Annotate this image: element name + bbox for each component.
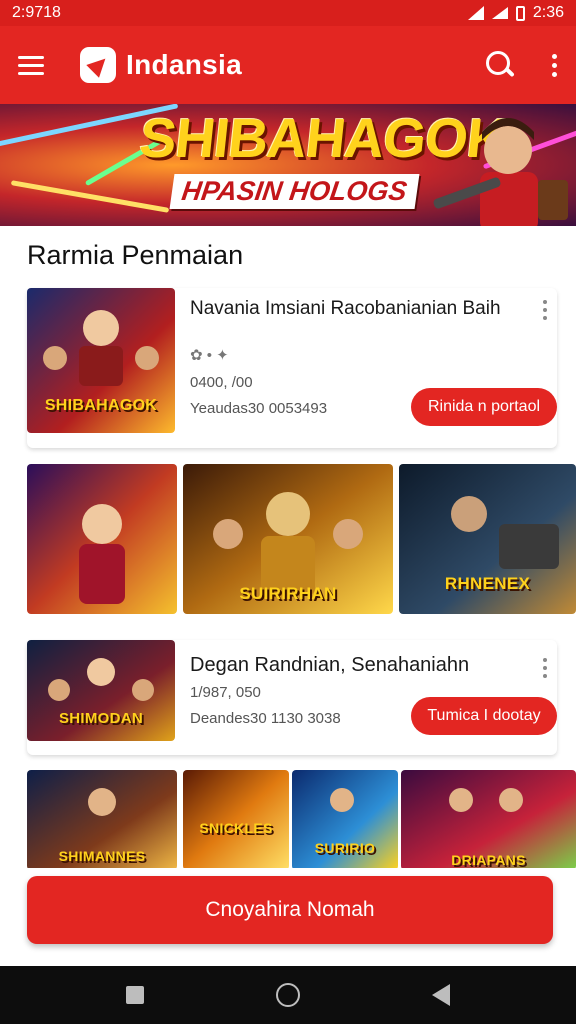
card-title: Navania Imsiani Racobanianian Baih [190, 298, 501, 319]
status-icons: 2:36 [467, 4, 564, 22]
game-tile[interactable]: RHNENEX [399, 464, 576, 614]
search-icon[interactable] [486, 51, 514, 79]
app-bar: Indansia [0, 26, 576, 104]
game-tile[interactable]: SNICKLES [183, 770, 289, 870]
game-thumbnail: SHIBAHAGOK [27, 288, 175, 433]
game-card[interactable]: SHIMODAN Degan Randnian, Senahaniahn 1/9… [27, 640, 557, 755]
battery-icon [515, 5, 525, 21]
tile-label: DRIAPANS [451, 852, 526, 868]
game-tile[interactable]: DRIAPANS [401, 770, 576, 870]
tile-label: SHIMANNES [58, 848, 146, 864]
game-thumbnail: SHIMODAN [27, 640, 175, 741]
thumbnail-label: SHIMODAN [58, 710, 144, 727]
primary-cta-button[interactable]: Cnoyahira Nomah [27, 876, 553, 944]
card-rating: 0400, /00 [190, 374, 253, 391]
tile-label: SNICKLES [199, 820, 273, 836]
signal-icon [467, 6, 484, 20]
banner-hero-image [433, 118, 568, 226]
cta-container: Cnoyahira Nomah [0, 868, 576, 966]
system-nav-bar [0, 966, 576, 1024]
app-logo-icon [80, 47, 116, 83]
card-more-icon[interactable] [543, 300, 547, 320]
card-action-button[interactable]: Tumica I dootay [411, 697, 557, 735]
status-time: 2:9718 [12, 4, 61, 21]
card-rating: 1/987, 050 [190, 684, 261, 701]
banner-subtitle: HPASIN HOLOGS [169, 174, 419, 209]
tile-label: SUIRIRHAN [239, 584, 337, 603]
menu-icon[interactable] [18, 55, 44, 75]
game-tile[interactable]: SURIRIO [292, 770, 398, 870]
status-bar: 2:9718 2:36 [0, 0, 576, 26]
card-tags: ✿ • ✦ [190, 347, 229, 364]
section-title: Rarmia Penmaian [27, 240, 244, 270]
app-title: Indansia [126, 49, 242, 80]
game-tile[interactable] [27, 464, 177, 614]
card-meta: Yeaudas30 0053493 [190, 400, 328, 417]
status-right-time: 2:36 [532, 4, 564, 21]
more-options-icon[interactable] [550, 53, 558, 77]
tile-label: SURIRIO [314, 840, 376, 856]
wifi-icon [491, 7, 508, 19]
game-tile[interactable]: SHIMANNES [27, 770, 177, 870]
card-action-button[interactable]: Rinida n portaol [411, 388, 557, 426]
back-icon[interactable] [432, 984, 450, 1006]
game-tile[interactable]: SUIRIRHAN [183, 464, 393, 614]
home-icon[interactable] [276, 983, 300, 1007]
recents-icon[interactable] [126, 986, 144, 1004]
tile-label: RHNENEX [444, 574, 531, 593]
card-meta: Deandes30 1130 3038 [190, 710, 341, 727]
game-card[interactable]: SHIBAHAGOK Navania Imsiani Racobanianian… [27, 288, 557, 448]
promo-banner[interactable]: SHIBAHAGOK HPASIN HOLOGS [0, 104, 576, 226]
card-more-icon[interactable] [543, 658, 547, 678]
card-title: Degan Randnian, Senahaniahn [190, 654, 470, 676]
thumbnail-label: SHIBAHAGOK [44, 397, 158, 414]
